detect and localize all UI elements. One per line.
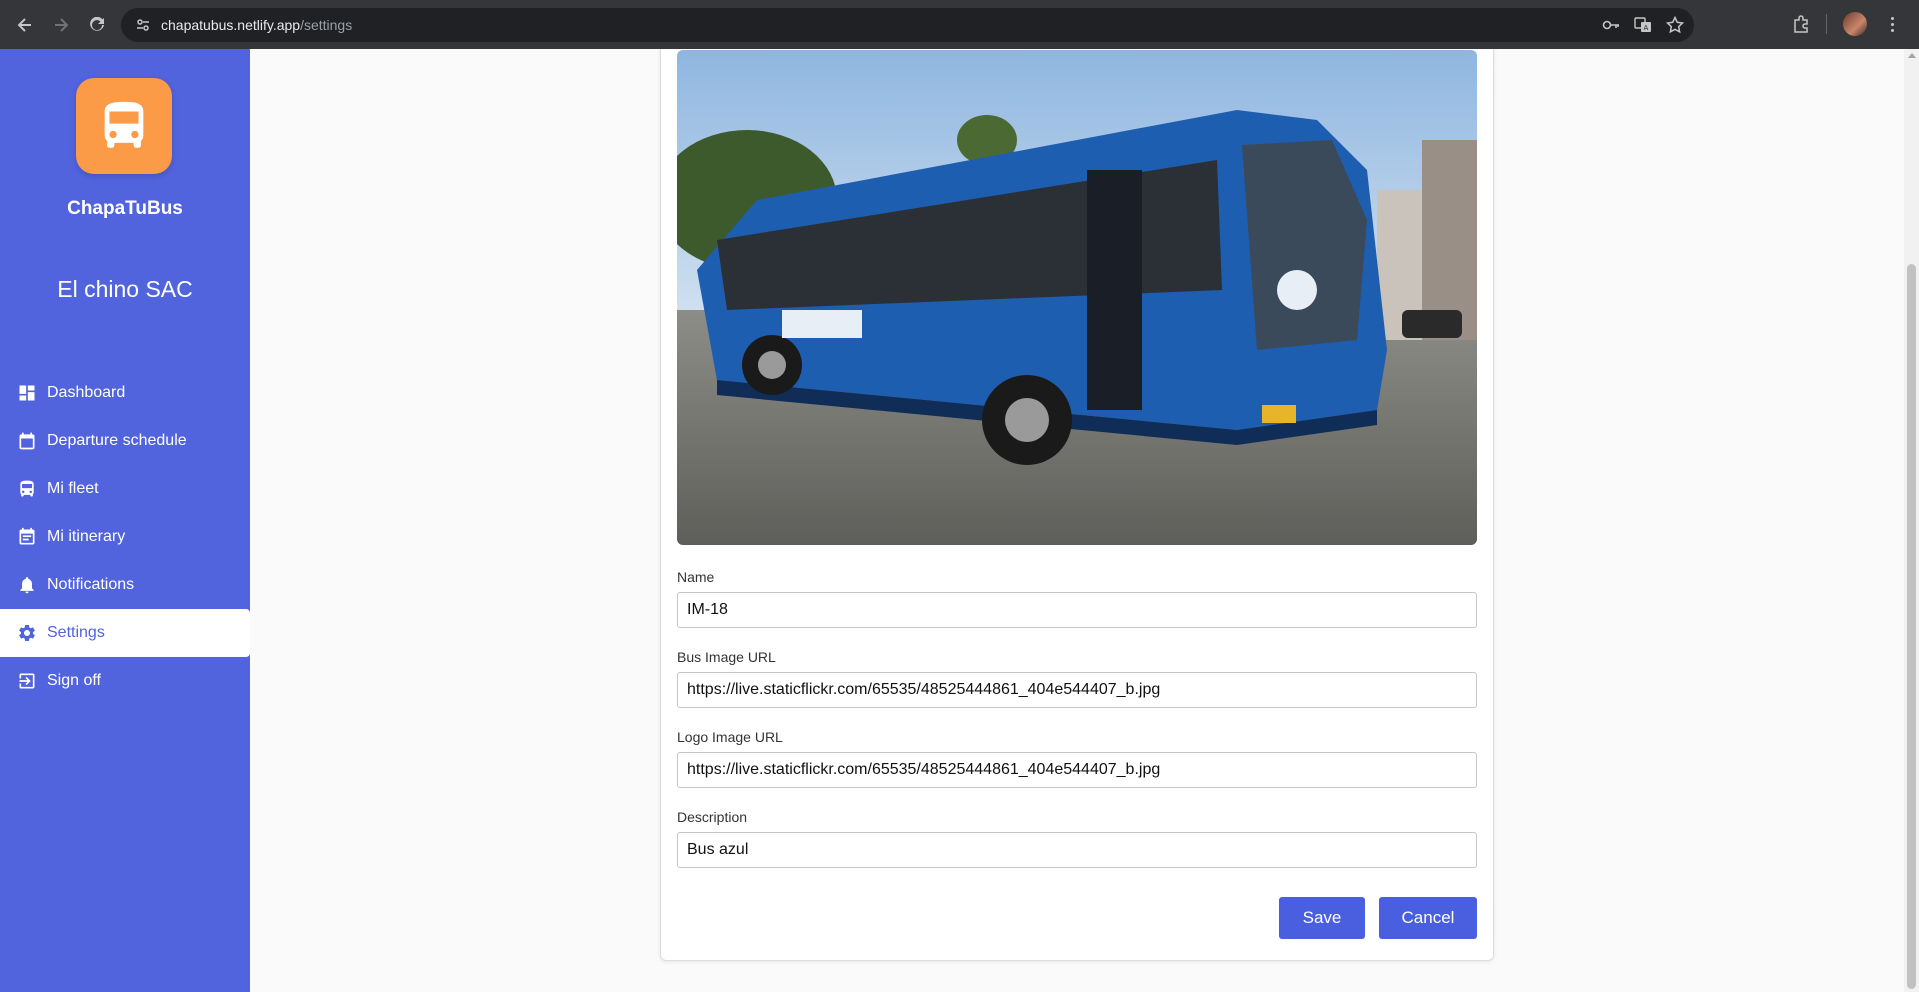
sidebar-item-settings[interactable]: Settings: [0, 609, 250, 657]
translate-icon[interactable]: A: [1634, 16, 1652, 34]
gear-icon: [19, 625, 35, 641]
app-root: ChapaTuBus El chino SAC Dashboard Depart…: [0, 49, 1919, 992]
bus-image-url-label: Bus Image URL: [677, 649, 776, 665]
sidebar-item-label: Dashboard: [47, 384, 126, 401]
sidebar-item-label: Sign off: [47, 672, 101, 689]
logo-image-url-label: Logo Image URL: [677, 729, 783, 745]
extensions-icon[interactable]: [1792, 15, 1810, 33]
bus-edit-card: Name Bus Image URL Logo Image URL Descri…: [660, 49, 1494, 961]
sidebar-item-label: Mi fleet: [47, 480, 99, 497]
arrow-left-icon: [17, 17, 31, 32]
svg-text:A: A: [1644, 24, 1649, 32]
cancel-button[interactable]: Cancel: [1379, 897, 1477, 939]
url-host: chapatubus.netlify.app: [161, 17, 301, 33]
brand-name: ChapaTuBus: [67, 198, 183, 219]
back-button[interactable]: [12, 12, 38, 38]
star-icon[interactable]: [1666, 16, 1684, 34]
company-name: El chino SAC: [57, 276, 193, 302]
name-input[interactable]: [677, 592, 1477, 628]
bus-image-preview: [677, 50, 1477, 545]
sidebar: ChapaTuBus El chino SAC Dashboard Depart…: [0, 49, 250, 992]
sidebar-item-label: Notifications: [47, 576, 135, 593]
app-logo: [76, 78, 172, 174]
browser-menu-icon[interactable]: [1883, 16, 1901, 32]
name-label: Name: [677, 569, 715, 585]
profile-avatar[interactable]: [1843, 12, 1867, 36]
arrow-right-icon: [55, 17, 69, 32]
event-note-icon: [19, 527, 35, 545]
sidebar-item-departure-schedule[interactable]: Departure schedule: [0, 417, 250, 465]
sidebar-item-dashboard[interactable]: Dashboard: [0, 369, 250, 417]
sidebar-item-itinerary[interactable]: Mi itinerary: [0, 513, 250, 561]
bus-logo-icon: [104, 101, 144, 148]
logout-icon: [19, 673, 35, 689]
sidebar-menu: Dashboard Departure schedule Mi fleet Mi…: [0, 369, 250, 705]
calendar-icon: [19, 432, 35, 450]
scroll-up-icon[interactable]: [1908, 53, 1916, 58]
bus-icon: [20, 480, 34, 497]
logo-image-url-input[interactable]: [677, 752, 1477, 788]
dashboard-icon: [19, 385, 35, 401]
url-path: /settings: [300, 17, 353, 33]
address-bar[interactable]: chapatubus.netlify.app/settings A: [121, 8, 1694, 42]
sidebar-item-label: Settings: [47, 624, 105, 641]
main-content: Name Bus Image URL Logo Image URL Descri…: [250, 49, 1919, 992]
sidebar-item-sign-off[interactable]: Sign off: [0, 657, 250, 705]
bus-image-url-input[interactable]: [677, 672, 1477, 708]
description-input[interactable]: [677, 832, 1477, 868]
forward-button[interactable]: [48, 12, 74, 38]
toolbar-divider: [1826, 14, 1827, 34]
scrollbar-thumb[interactable]: [1907, 264, 1916, 989]
sidebar-item-label: Mi itinerary: [47, 528, 126, 545]
reload-button[interactable]: [84, 12, 110, 38]
reload-icon: [90, 16, 104, 31]
site-info-icon[interactable]: [133, 15, 153, 35]
bell-icon: [20, 577, 34, 594]
page-scrollbar[interactable]: [1904, 49, 1919, 992]
key-icon[interactable]: [1602, 16, 1620, 34]
description-label: Description: [677, 809, 748, 825]
sidebar-item-fleet[interactable]: Mi fleet: [0, 465, 250, 513]
sidebar-item-label: Departure schedule: [47, 432, 187, 449]
url-text[interactable]: chapatubus.netlify.app/settings: [161, 17, 1602, 33]
save-button[interactable]: Save: [1279, 897, 1365, 939]
sidebar-item-notifications[interactable]: Notifications: [0, 561, 250, 609]
browser-toolbar: chapatubus.netlify.app/settings A: [0, 0, 1919, 49]
